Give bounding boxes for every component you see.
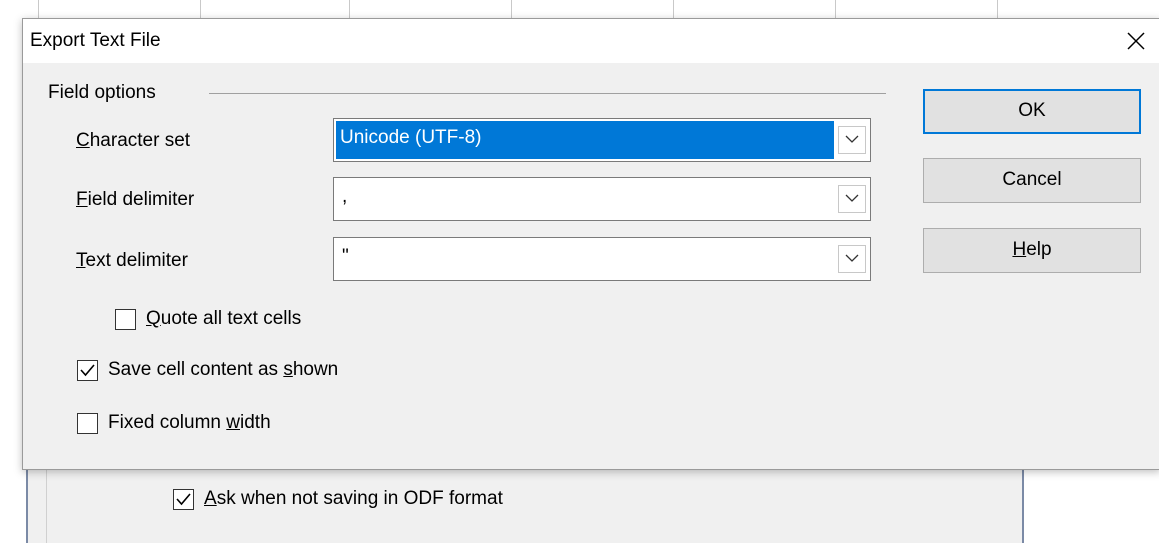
dialog-titlebar[interactable]: Export Text File (23, 19, 1159, 63)
fixed-width-checkbox[interactable] (77, 413, 98, 434)
group-divider (209, 93, 886, 94)
ask-odf-label: Ask when not saving in ODF format (204, 488, 503, 509)
quote-all-label: Quote all text cells (146, 308, 302, 329)
text-delimiter-label: Text delimiter (76, 250, 188, 271)
dialog-title: Export Text File (30, 30, 161, 51)
export-text-file-dialog: Export Text File Field options Character… (22, 18, 1159, 470)
grid-line (835, 0, 836, 20)
character-set-select[interactable]: Unicode (UTF-8) (333, 118, 871, 162)
close-button[interactable] (1118, 23, 1154, 59)
checkmark-icon (80, 364, 95, 377)
character-set-value: Unicode (UTF-8) (340, 127, 482, 148)
field-delimiter-select[interactable]: , (333, 177, 871, 221)
text-delimiter-select[interactable]: " (333, 237, 871, 281)
checkmark-icon (176, 493, 191, 506)
grid-line (349, 0, 350, 20)
chevron-down-icon (845, 194, 859, 202)
close-icon (1127, 32, 1145, 50)
character-set-dropdown-button[interactable] (838, 126, 866, 154)
grid-line (511, 0, 512, 20)
grid-line (38, 0, 39, 20)
chevron-down-icon (845, 254, 859, 262)
background-options-panel: Ask when not saving in ODF format (26, 470, 1024, 543)
field-delimiter-value: , (342, 186, 348, 207)
text-delimiter-value: " (342, 246, 349, 267)
help-label-rest: elp (1026, 239, 1052, 260)
grid-line (673, 0, 674, 20)
grid-line (200, 0, 201, 20)
help-label-mnemonic: H (1012, 239, 1027, 260)
field-options-group-label: Field options (48, 82, 164, 104)
ask-odf-checkbox[interactable] (173, 489, 194, 510)
save-as-shown-label: Save cell content as shown (108, 359, 339, 380)
ok-button[interactable]: OK (923, 89, 1141, 134)
field-delimiter-label: Field delimiter (76, 189, 195, 210)
cancel-button[interactable]: Cancel (923, 158, 1141, 203)
field-delimiter-dropdown-button[interactable] (838, 185, 866, 213)
character-set-label: Character set (76, 130, 191, 151)
save-as-shown-checkbox[interactable] (77, 360, 98, 381)
chevron-down-icon (845, 135, 859, 143)
help-button[interactable]: Help (923, 228, 1141, 273)
quote-all-checkbox[interactable] (115, 309, 136, 330)
fixed-width-label: Fixed column width (108, 412, 271, 433)
text-delimiter-dropdown-button[interactable] (838, 245, 866, 273)
grid-line (997, 0, 998, 20)
